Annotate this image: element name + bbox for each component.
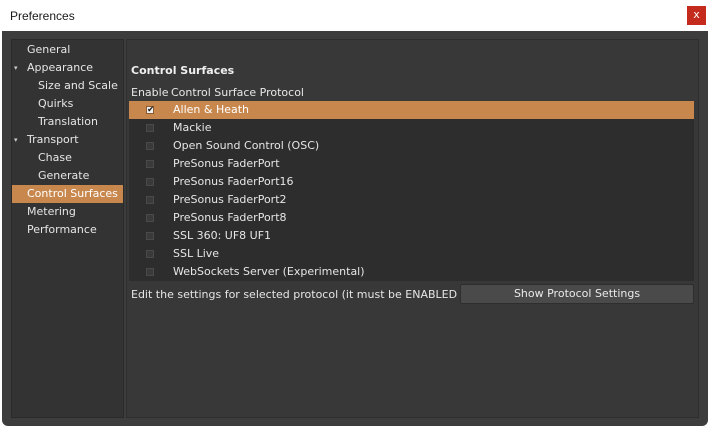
- enable-checkbox[interactable]: [146, 268, 154, 276]
- protocol-name: PreSonus FaderPort: [173, 157, 280, 170]
- protocol-name: PreSonus FaderPort8: [173, 211, 287, 224]
- protocol-name: WebSockets Server (Experimental): [173, 265, 365, 278]
- protocol-name: SSL Live: [173, 247, 220, 260]
- enable-checkbox[interactable]: [146, 142, 154, 150]
- sidebar-item-metering[interactable]: Metering: [27, 203, 117, 221]
- sidebar-item-transport[interactable]: Transport: [27, 131, 117, 149]
- settings-hint: Edit the settings for selected protocol …: [131, 288, 491, 301]
- enable-checkbox[interactable]: [146, 160, 154, 168]
- sidebar-item-generate[interactable]: Generate: [38, 167, 118, 185]
- protocol-table: ✔ Allen & Heath Mackie Open Sound Contro…: [129, 101, 694, 281]
- checkmark-icon: ✔: [147, 105, 155, 115]
- table-row[interactable]: Open Sound Control (OSC): [129, 137, 694, 155]
- title-bar: Preferences x: [0, 0, 710, 31]
- expander-icon[interactable]: ▾: [14, 59, 18, 77]
- enable-checkbox[interactable]: [146, 196, 154, 204]
- preferences-window: Preferences x General ▾ Appearance Size …: [0, 0, 710, 428]
- sidebar-item-control-surfaces[interactable]: Control Surfaces: [12, 185, 123, 203]
- protocol-name: SSL 360: UF8 UF1: [173, 229, 272, 242]
- table-row[interactable]: PreSonus FaderPort2: [129, 191, 694, 209]
- protocol-name: Allen & Heath: [173, 103, 250, 116]
- expander-icon[interactable]: ▾: [14, 131, 18, 149]
- window-title: Preferences: [10, 9, 75, 23]
- protocol-name: PreSonus FaderPort16: [173, 175, 294, 188]
- table-row[interactable]: Mackie: [129, 119, 694, 137]
- protocol-name: PreSonus FaderPort2: [173, 193, 287, 206]
- enable-checkbox[interactable]: [146, 250, 154, 258]
- enable-checkbox[interactable]: [146, 232, 154, 240]
- table-row[interactable]: PreSonus FaderPort: [129, 155, 694, 173]
- table-row[interactable]: SSL 360: UF8 UF1: [129, 227, 694, 245]
- protocol-name: Open Sound Control (OSC): [173, 139, 320, 152]
- sidebar-item-quirks[interactable]: Quirks: [38, 95, 118, 113]
- sidebar-item-appearance[interactable]: Appearance: [27, 59, 117, 77]
- enable-checkbox[interactable]: [146, 124, 154, 132]
- sidebar-item-translation[interactable]: Translation: [38, 113, 118, 131]
- table-row[interactable]: PreSonus FaderPort8: [129, 209, 694, 227]
- sidebar-item-performance[interactable]: Performance: [27, 221, 117, 239]
- sidebar-item-general[interactable]: General: [27, 41, 117, 59]
- column-header-protocol: Control Surface Protocol: [171, 86, 304, 99]
- close-button[interactable]: x: [687, 6, 706, 25]
- sidebar-item-size-and-scale[interactable]: Size and Scale: [38, 77, 118, 95]
- show-protocol-settings-button[interactable]: Show Protocol Settings: [460, 284, 694, 304]
- enable-checkbox[interactable]: [146, 214, 154, 222]
- sidebar-item-chase[interactable]: Chase: [38, 149, 118, 167]
- column-header-enable: Enable: [131, 86, 169, 99]
- page-title: Control Surfaces: [131, 64, 235, 77]
- enable-checkbox[interactable]: ✔: [146, 105, 155, 115]
- table-row[interactable]: ✔ Allen & Heath: [129, 101, 694, 119]
- enable-checkbox[interactable]: [146, 178, 154, 186]
- table-row[interactable]: SSL Live: [129, 245, 694, 263]
- table-row[interactable]: PreSonus FaderPort16: [129, 173, 694, 191]
- table-row[interactable]: WebSockets Server (Experimental): [129, 263, 694, 281]
- protocol-name: Mackie: [173, 121, 212, 134]
